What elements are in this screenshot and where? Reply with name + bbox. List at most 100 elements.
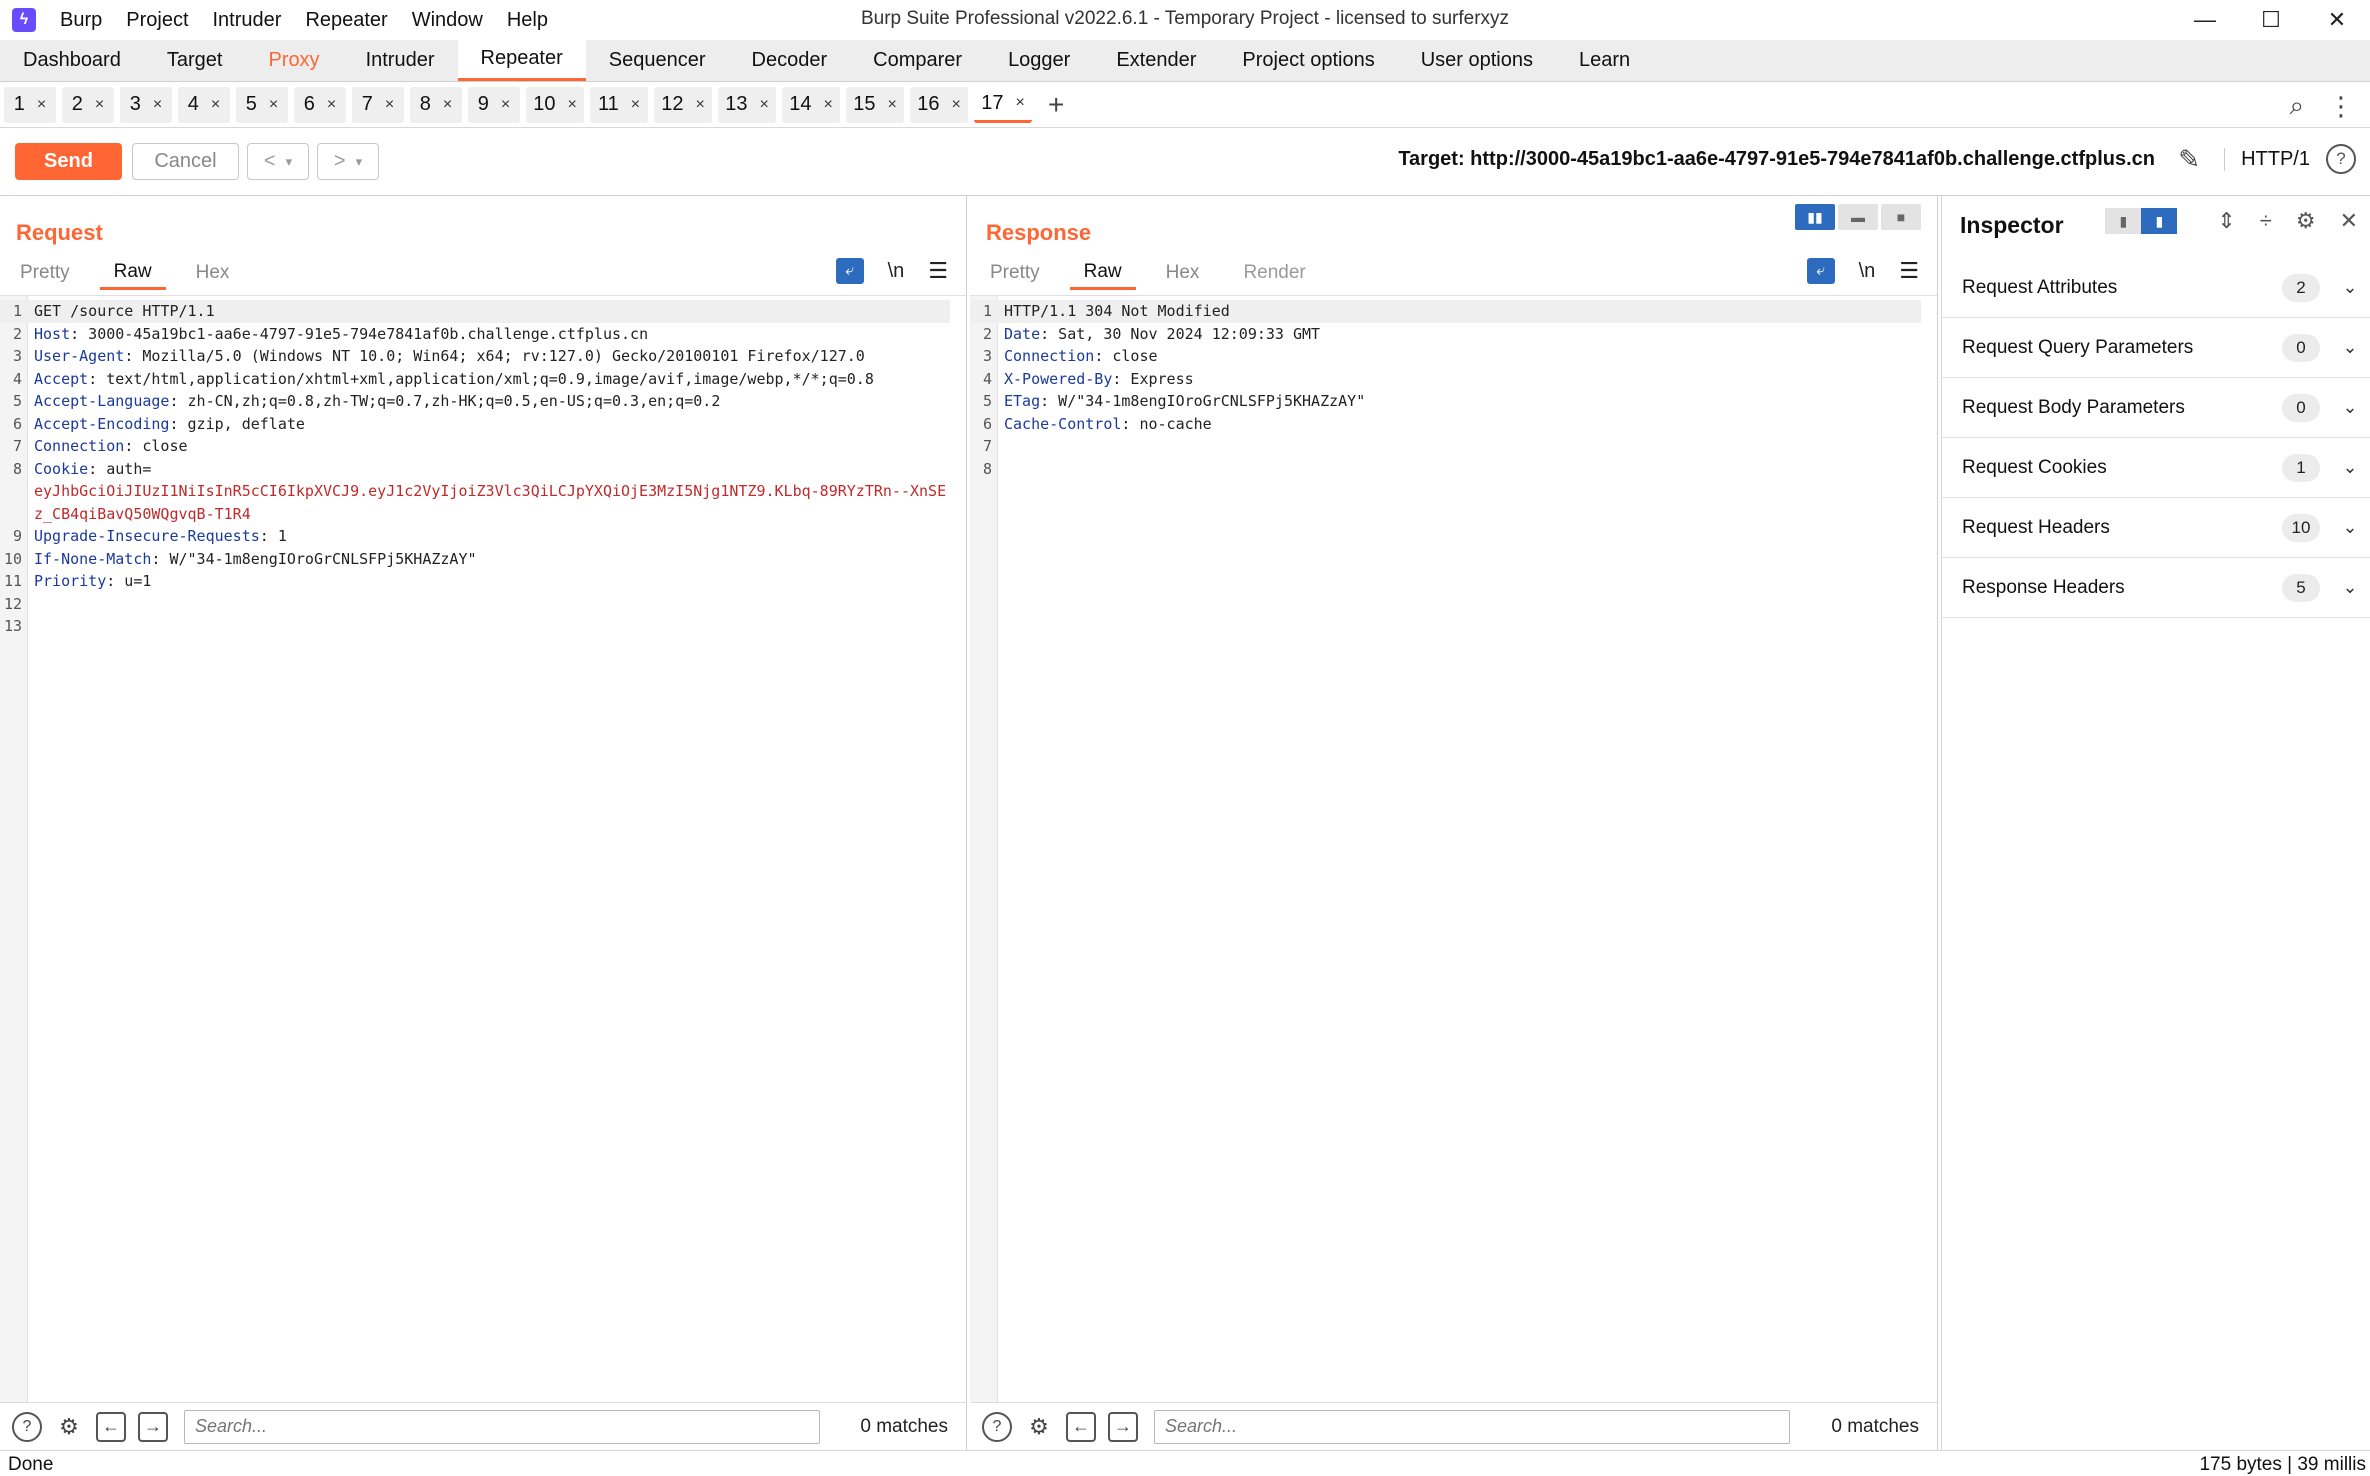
add-tab-icon[interactable]: + — [1048, 89, 1064, 121]
close-tab-icon[interactable]: × — [951, 96, 960, 114]
menu-help[interactable]: Help — [507, 9, 548, 32]
word-wrap-icon[interactable]: ⤶ — [835, 258, 864, 284]
close-tab-icon[interactable]: × — [759, 96, 768, 114]
response-view-raw[interactable]: Raw — [1069, 256, 1136, 290]
inspector-section-request-query-parameters[interactable]: Request Query Parameters 0 ⌄ — [1942, 318, 2370, 378]
chevron-down-icon[interactable]: ⌄ — [2330, 337, 2370, 358]
repeater-tab-9[interactable]: 9 × — [468, 86, 520, 123]
show-newlines-icon[interactable]: \n — [888, 260, 905, 283]
tab-extender[interactable]: Extender — [1093, 39, 1219, 81]
edit-target-icon[interactable]: ✎ — [2178, 144, 2200, 175]
help-icon[interactable]: ? — [982, 1411, 1012, 1442]
close-tab-icon[interactable]: × — [95, 96, 104, 114]
repeater-tab-7[interactable]: 7 × — [352, 86, 404, 123]
maximize-icon[interactable]: ☐ — [2238, 0, 2304, 40]
request-view-pretty[interactable]: Pretty — [6, 256, 84, 290]
inspector-right-layout-icon[interactable]: ▮ — [2141, 208, 2178, 234]
repeater-tab-1[interactable]: 1 × — [4, 86, 56, 123]
close-tab-icon[interactable]: × — [153, 96, 162, 114]
close-tab-icon[interactable]: × — [695, 96, 704, 114]
http-version-toggle[interactable]: HTTP/1 — [2224, 148, 2310, 171]
request-view-hex[interactable]: Hex — [182, 256, 244, 290]
inspector-section-request-cookies[interactable]: Request Cookies 1 ⌄ — [1942, 438, 2370, 498]
close-tab-icon[interactable]: × — [211, 96, 220, 114]
repeater-tab-16[interactable]: 16 × — [910, 86, 968, 123]
repeater-tab-13[interactable]: 13 × — [718, 86, 776, 123]
close-tab-icon[interactable]: × — [1015, 94, 1024, 112]
chevron-down-icon[interactable]: ⌄ — [2330, 457, 2370, 478]
inspector-settings-gear-icon[interactable]: ⚙ — [2296, 208, 2316, 234]
tab-dashboard[interactable]: Dashboard — [0, 39, 144, 81]
repeater-tab-17[interactable]: 17 × — [974, 86, 1032, 123]
minimize-icon[interactable]: — — [2172, 0, 2238, 40]
repeater-tab-5[interactable]: 5 × — [236, 86, 288, 123]
cancel-button[interactable]: Cancel — [132, 143, 239, 180]
response-editor[interactable]: 1 HTTP/1.1 304 Not Modified 2 Date: Sat, 30… — [970, 295, 1937, 1402]
repeater-tab-12[interactable]: 12 × — [654, 86, 712, 123]
tab-project-options[interactable]: Project options — [1219, 39, 1397, 81]
repeater-tab-6[interactable]: 6 × — [294, 86, 346, 123]
repeater-tab-10[interactable]: 10 × — [526, 86, 584, 123]
more-options-icon[interactable]: ⋮ — [2328, 91, 2354, 122]
menu-project[interactable]: Project — [126, 9, 188, 32]
close-tab-icon[interactable]: × — [631, 96, 640, 114]
chevron-down-icon[interactable]: ⌄ — [2330, 577, 2370, 598]
history-forward-button[interactable]: > ▾ — [317, 143, 379, 180]
menu-intruder[interactable]: Intruder — [213, 9, 282, 32]
side-by-side-layout-icon[interactable]: ▮▮ — [1795, 204, 1835, 230]
repeater-tab-3[interactable]: 3 × — [120, 86, 172, 123]
response-view-pretty[interactable]: Pretty — [976, 256, 1054, 290]
repeater-tab-14[interactable]: 14 × — [782, 86, 840, 123]
previous-match-icon[interactable]: ← — [1066, 1411, 1096, 1442]
collapse-all-icon[interactable]: ÷ — [2260, 208, 2272, 234]
close-tab-icon[interactable]: × — [269, 96, 278, 114]
response-search-input[interactable] — [1154, 1409, 1790, 1444]
response-view-hex[interactable]: Hex — [1152, 256, 1214, 290]
chevron-down-icon[interactable]: ⌄ — [2330, 517, 2370, 538]
help-icon[interactable]: ? — [12, 1411, 42, 1442]
previous-match-icon[interactable]: ← — [96, 1411, 126, 1442]
close-tab-icon[interactable]: × — [823, 96, 832, 114]
close-tab-icon[interactable]: × — [385, 96, 394, 114]
tabbed-layout-icon[interactable]: ■ — [1881, 204, 1921, 230]
inspector-section-request-body-parameters[interactable]: Request Body Parameters 0 ⌄ — [1942, 378, 2370, 438]
tab-comparer[interactable]: Comparer — [850, 39, 985, 81]
inspector-section-request-attributes[interactable]: Request Attributes 2 ⌄ — [1942, 258, 2370, 318]
repeater-tab-11[interactable]: 11 × — [590, 86, 648, 123]
stacked-layout-icon[interactable]: ▬ — [1838, 204, 1878, 230]
tab-learn[interactable]: Learn — [1556, 39, 1653, 81]
repeater-tab-4[interactable]: 4 × — [178, 86, 230, 123]
request-view-raw[interactable]: Raw — [99, 256, 166, 290]
search-icon[interactable]: ⌕ — [2289, 90, 2304, 122]
tab-sequencer[interactable]: Sequencer — [586, 39, 729, 81]
repeater-tab-15[interactable]: 15 × — [846, 86, 904, 123]
repeater-tab-8[interactable]: 8 × — [410, 86, 462, 123]
close-window-icon[interactable]: ✕ — [2304, 0, 2370, 40]
editor-menu-icon[interactable]: ☰ — [1899, 258, 1919, 284]
request-search-input[interactable] — [184, 1409, 820, 1444]
menu-burp[interactable]: Burp — [60, 9, 102, 32]
repeater-tab-2[interactable]: 2 × — [62, 86, 114, 123]
help-icon[interactable]: ? — [2326, 144, 2356, 174]
inspector-left-layout-icon[interactable]: ▮ — [2105, 208, 2142, 234]
inspector-section-request-headers[interactable]: Request Headers 10 ⌄ — [1942, 498, 2370, 558]
menu-repeater[interactable]: Repeater — [305, 9, 387, 32]
next-match-icon[interactable]: → — [1108, 1411, 1138, 1442]
tab-intruder[interactable]: Intruder — [343, 39, 458, 81]
settings-gear-icon[interactable]: ⚙ — [1024, 1412, 1054, 1442]
word-wrap-icon[interactable]: ⤶ — [1806, 258, 1835, 284]
close-tab-icon[interactable]: × — [887, 96, 896, 114]
chevron-down-icon[interactable]: ⌄ — [2330, 397, 2370, 418]
editor-menu-icon[interactable]: ☰ — [928, 258, 948, 284]
request-editor[interactable]: 1 GET /source HTTP/1.1 2 Host: 3000-45a19bc… — [0, 295, 966, 1402]
next-match-icon[interactable]: → — [138, 1411, 168, 1442]
close-tab-icon[interactable]: × — [501, 96, 510, 114]
tab-decoder[interactable]: Decoder — [729, 39, 851, 81]
close-tab-icon[interactable]: × — [37, 96, 46, 114]
settings-gear-icon[interactable]: ⚙ — [54, 1412, 84, 1442]
tab-logger[interactable]: Logger — [985, 39, 1093, 81]
tab-repeater[interactable]: Repeater — [457, 39, 586, 81]
close-inspector-icon[interactable]: ✕ — [2340, 208, 2358, 234]
close-tab-icon[interactable]: × — [327, 96, 336, 114]
close-tab-icon[interactable]: × — [443, 96, 452, 114]
